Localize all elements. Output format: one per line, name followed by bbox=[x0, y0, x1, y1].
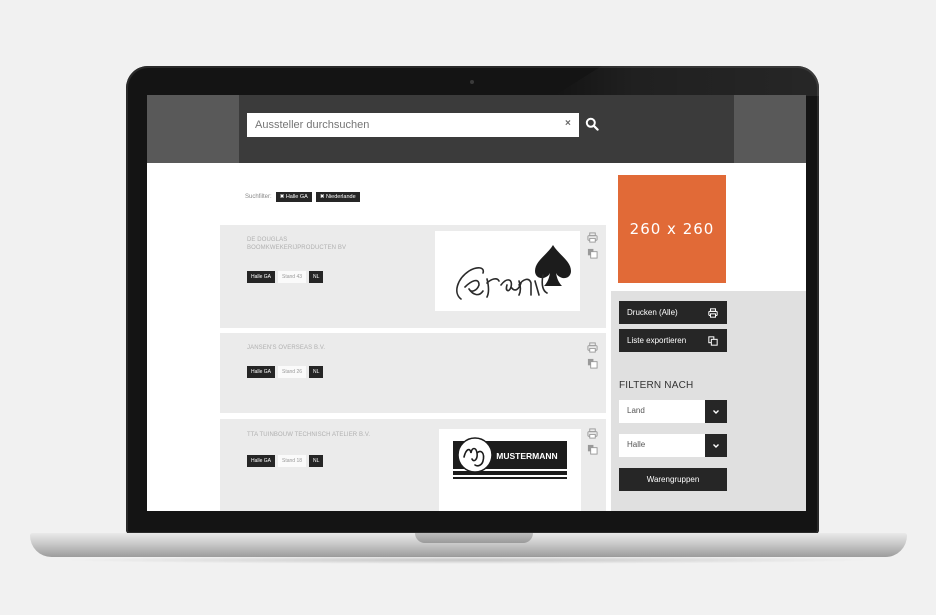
exhibitor-name[interactable]: DE DOUGLAS BOOMKWEKERIJPRODUCTEN BV bbox=[247, 236, 346, 252]
print-icon[interactable] bbox=[587, 232, 598, 243]
card-actions bbox=[587, 232, 598, 259]
hall-tag: Halle GA bbox=[247, 455, 276, 467]
product-groups-button[interactable]: Warengruppen bbox=[619, 468, 727, 491]
active-filters-label: Suchfilter: bbox=[245, 193, 272, 200]
country-tag: NL bbox=[309, 366, 324, 378]
filter-chip-label: Niederlande bbox=[325, 193, 356, 200]
copy-icon[interactable] bbox=[587, 248, 598, 259]
print-icon[interactable] bbox=[587, 342, 598, 353]
country-tag: NL bbox=[309, 271, 324, 283]
chevron-down-icon bbox=[713, 443, 719, 448]
exhibitor-name-line: TTA TUINBOUW TECHNISCH ATELIER B.V. bbox=[247, 432, 371, 438]
export-list-label: Liste exportieren bbox=[627, 336, 687, 345]
filter-chip-country[interactable]: ✖ Niederlande bbox=[315, 191, 360, 202]
mustermann-logo-image: MUSTERMANN bbox=[453, 437, 567, 479]
search-icon[interactable] bbox=[585, 117, 599, 131]
hall-tag: Halle GA bbox=[247, 366, 276, 378]
print-icon bbox=[708, 307, 718, 318]
granate-logo-image bbox=[456, 245, 571, 300]
product-groups-label: Warengruppen bbox=[646, 475, 700, 484]
laptop-shadow bbox=[60, 556, 877, 564]
exhibitor-tags: Halle GA Stand 43 NL bbox=[247, 271, 324, 283]
camera-dot bbox=[470, 80, 474, 84]
export-list-button[interactable]: Liste exportieren bbox=[619, 329, 727, 352]
exhibitor-name-line: DE DOUGLAS bbox=[247, 237, 288, 243]
exhibitor-logo: MUSTERMANN bbox=[439, 429, 581, 511]
laptop-base bbox=[30, 533, 907, 557]
card-actions bbox=[587, 428, 598, 455]
logo-text: MUSTERMANN bbox=[496, 451, 557, 461]
active-filters: Suchfilter: ✖ Halle GA ✖ Niederlande bbox=[245, 190, 360, 203]
right-margin bbox=[734, 163, 806, 293]
print-icon[interactable] bbox=[587, 428, 598, 439]
dropdown-toggle[interactable] bbox=[705, 434, 727, 457]
ad-banner[interactable]: 260 x 260 bbox=[618, 175, 726, 283]
country-tag: NL bbox=[309, 455, 324, 467]
header-right-block bbox=[734, 95, 806, 163]
stand-tag: Stand 18 bbox=[278, 455, 307, 467]
clear-search-icon[interactable]: × bbox=[565, 118, 571, 129]
filter-chip-label: Halle GA bbox=[285, 193, 308, 200]
remove-filter-icon[interactable]: ✖ bbox=[280, 194, 285, 200]
card-actions bbox=[587, 342, 598, 369]
chevron-down-icon bbox=[713, 409, 719, 414]
stand-tag: Stand 43 bbox=[278, 271, 307, 283]
stand-tag: Stand 26 bbox=[278, 366, 307, 378]
country-dropdown-label: Land bbox=[627, 406, 645, 415]
exhibitor-name-line: BOOMKWEKERIJPRODUCTEN BV bbox=[247, 245, 347, 251]
exhibitor-name-line: JANSEN'S OVERSEAS B.V. bbox=[247, 345, 326, 351]
ad-label: 260 x 260 bbox=[629, 220, 715, 238]
filter-chip-halle[interactable]: ✖ Halle GA bbox=[275, 191, 312, 202]
export-icon bbox=[708, 335, 718, 346]
hall-dropdown[interactable]: Halle bbox=[619, 434, 727, 457]
print-all-button[interactable]: Drucken (Alle) bbox=[619, 301, 727, 324]
country-dropdown[interactable]: Land bbox=[619, 400, 727, 423]
screen: × Suchfilter: ✖ Halle GA ✖ Niederlande D… bbox=[147, 95, 806, 511]
exhibitor-card[interactable]: TTA TUINBOUW TECHNISCH ATELIER B.V. Hall… bbox=[220, 419, 606, 511]
header-left-block bbox=[147, 95, 239, 163]
dropdown-toggle[interactable] bbox=[705, 400, 727, 423]
exhibitor-tags: Halle GA Stand 26 NL bbox=[247, 366, 324, 378]
copy-icon[interactable] bbox=[587, 358, 598, 369]
exhibitor-card[interactable]: JANSEN'S OVERSEAS B.V. Halle GA Stand 26… bbox=[220, 333, 606, 413]
search-input[interactable] bbox=[247, 113, 579, 137]
lid-reflection bbox=[554, 66, 819, 96]
header-bar: × bbox=[147, 95, 806, 163]
hall-dropdown-label: Halle bbox=[627, 440, 646, 449]
remove-filter-icon[interactable]: ✖ bbox=[320, 194, 325, 200]
exhibitor-tags: Halle GA Stand 18 NL bbox=[247, 455, 324, 467]
exhibitor-name[interactable]: JANSEN'S OVERSEAS B.V. bbox=[247, 344, 325, 352]
exhibitor-card[interactable]: DE DOUGLAS BOOMKWEKERIJPRODUCTEN BV Hall… bbox=[220, 225, 606, 328]
hall-tag: Halle GA bbox=[247, 271, 276, 283]
exhibitor-name[interactable]: TTA TUINBOUW TECHNISCH ATELIER B.V. bbox=[247, 431, 370, 439]
exhibitor-logo bbox=[435, 231, 580, 311]
copy-icon[interactable] bbox=[587, 444, 598, 455]
print-all-label: Drucken (Alle) bbox=[627, 308, 678, 317]
filter-heading: FILTERN NACH bbox=[619, 380, 694, 391]
laptop-base-notch bbox=[415, 533, 533, 543]
